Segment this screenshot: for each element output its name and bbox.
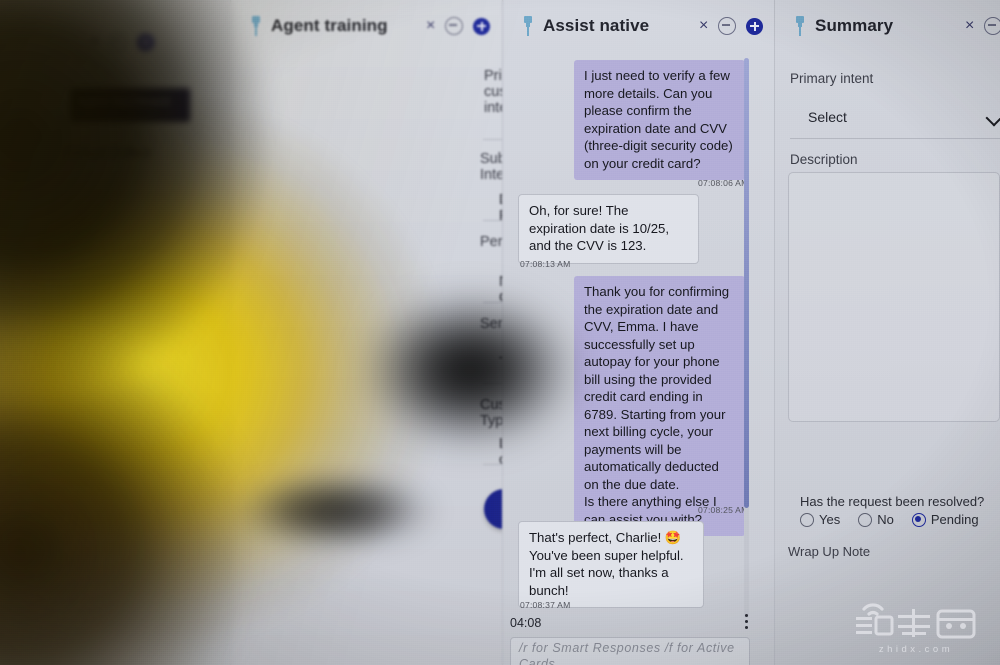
minimize-icon[interactable] (445, 17, 464, 35)
message-input-placeholder: /r for Smart Responses /f for Active Car… (519, 641, 735, 665)
radio-dot-yes (800, 512, 814, 527)
message-timestamp: 07:08:06 AM (698, 178, 749, 188)
radio-label-yes: Yes (819, 512, 841, 527)
plus-icon[interactable] (137, 33, 155, 51)
pin-icon (252, 16, 260, 36)
far-left-card-label: Agent Dashboard (78, 96, 170, 108)
radio-label-no: No (877, 512, 894, 527)
minimize-icon[interactable] (109, 33, 128, 51)
chat-message-agent: I just need to verify a few more details… (574, 60, 745, 180)
session-timer: 04:08 (510, 616, 542, 630)
far-left-header: × (20, 16, 230, 51)
assist-native-header: Assist native × (503, 0, 775, 52)
screenshot-photo: × Agent Dashboard Default Deflect Agent … (0, 0, 1000, 665)
far-left-card: Agent Dashboard (70, 88, 190, 122)
agent-training-header: Agent training × (231, 0, 503, 52)
chat-scrollbar-thumb[interactable] (744, 58, 749, 508)
radio-no[interactable]: No (858, 512, 894, 527)
composer-toolbar: 04:08 (510, 612, 754, 638)
far-left-field-label: Default Deflect (65, 145, 151, 160)
message-timestamp: 07:08:25 AM (698, 505, 749, 515)
panel-title: Agent training (271, 16, 388, 35)
chat-message-agent: Thank you for confirming the expiration … (574, 276, 745, 536)
description-textarea[interactable] (788, 172, 1000, 422)
kebab-menu-icon[interactable] (745, 614, 748, 629)
radio-dot-pending (911, 512, 926, 527)
minimize-icon[interactable] (984, 17, 1000, 35)
pin-icon (796, 16, 804, 36)
panel-title: Assist native (543, 16, 650, 35)
radio-pending[interactable]: Pending (911, 512, 979, 527)
panel-title: Summary (815, 16, 894, 35)
close-icon[interactable]: × (699, 18, 708, 34)
label-wrap-up-note: Wrap Up Note (788, 544, 871, 559)
plus-icon[interactable] (473, 17, 491, 35)
pin-icon (524, 16, 532, 36)
message-timestamp: 07:08:13 AM (520, 259, 571, 269)
close-icon[interactable]: × (90, 34, 99, 50)
message-input[interactable]: /r for Smart Responses /f for Active Car… (510, 637, 750, 665)
summary-header: Summary × (775, 0, 1000, 52)
message-timestamp: 07:08:37 AM (520, 600, 571, 610)
radio-dot-no (858, 512, 873, 527)
label-primary-intent: Primary intent (790, 71, 874, 86)
close-icon[interactable]: × (965, 18, 974, 34)
panel-far-left: × Agent Dashboard Default Deflect (0, 0, 230, 665)
plus-icon[interactable] (746, 17, 764, 35)
resolved-radio-group: Yes No Pending (800, 512, 979, 527)
panel-agent-training: Agent training × Primary customer intent… (230, 0, 711, 665)
minimize-icon[interactable] (718, 17, 737, 35)
radio-yes[interactable]: Yes (800, 512, 840, 527)
close-icon[interactable]: × (426, 18, 435, 34)
select-primary-intent[interactable]: Select (808, 109, 847, 125)
label-description: Description (790, 152, 858, 167)
resolved-question: Has the request been resolved? (800, 494, 985, 509)
chat-message-customer: That's perfect, Charlie! 🤩 You've been s… (518, 521, 704, 608)
chat-message-customer: Oh, for sure! The expiration date is 10/… (518, 194, 699, 264)
radio-label-pending: Pending (930, 512, 979, 527)
